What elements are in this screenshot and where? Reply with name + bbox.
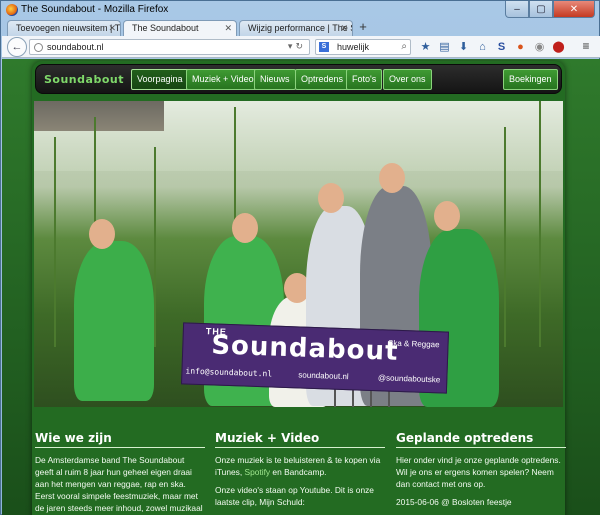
banner-handle: @soundaboutske: [377, 373, 441, 385]
search-icon[interactable]: ⌕: [401, 41, 407, 52]
nav-voorpagina[interactable]: Voorpagina: [131, 69, 189, 90]
navigation-toolbar: ← soundabout.nl ▾↻ S huwelijk ⌕ ★ ▤ ⬇ ⌂ …: [2, 36, 600, 58]
photo-reed: [539, 101, 541, 347]
home-icon[interactable]: ⌂: [473, 39, 492, 55]
photo-reed: [54, 137, 56, 347]
tab-close-icon[interactable]: ✕: [224, 23, 232, 34]
band-member-head: [232, 213, 258, 243]
window-controls: – ▢ ✕: [505, 1, 595, 18]
column-text: Onze muziek is te beluisteren & te kopen…: [215, 454, 385, 508]
banner-email: info@soundabout.nl: [185, 366, 273, 379]
download-icon[interactable]: ⬇: [454, 39, 473, 55]
column-text: Hier onder vind je onze geplande optrede…: [396, 454, 566, 508]
page-viewport: Soundabout Voorpagina Muziek + Video Nie…: [2, 59, 600, 515]
band-banner: THE Soundabout Ska & Reggae info@soundab…: [180, 322, 450, 394]
search-bar[interactable]: S huwelijk ⌕: [315, 39, 411, 55]
band-member-left: [74, 241, 154, 401]
nav-boekingen[interactable]: Boekingen: [503, 69, 558, 90]
column-text-intro: Hier onder vind je onze geplande optrede…: [396, 455, 561, 489]
tab-label: Toevoegen nieuwsitem | The So...: [16, 23, 121, 33]
site-container: Soundabout Voorpagina Muziek + Video Nie…: [32, 61, 566, 515]
nav-over-ons[interactable]: Over ons: [383, 69, 432, 90]
event-item[interactable]: 2015-06-06 @ Bosloten feestje: [396, 496, 566, 508]
tab-close-icon[interactable]: ✕: [340, 23, 348, 34]
photo-building: [34, 101, 164, 131]
tab-strip: Toevoegen nieuwsitem | The So... ✕ The S…: [7, 20, 371, 37]
column-geplande-optredens: Geplande optredens Hier onder vind je on…: [396, 431, 566, 514]
hero-photo: THE Soundabout Ska & Reggae info@soundab…: [34, 101, 563, 407]
site-logo[interactable]: Soundabout: [44, 73, 124, 86]
band-member-head: [89, 219, 115, 249]
column-heading: Muziek + Video: [215, 431, 385, 448]
column-wie-we-zijn: Wie we zijn De Amsterdamse band The Soun…: [35, 431, 205, 515]
text-segment: en Bandcamp.: [270, 467, 327, 477]
addon-orange-icon[interactable]: ●: [511, 39, 530, 55]
addon-s-icon[interactable]: S: [492, 39, 511, 55]
nav-optredens[interactable]: Optredens: [295, 69, 350, 90]
addon-shield-icon[interactable]: ◉: [530, 39, 549, 55]
search-engine-icon[interactable]: S: [319, 42, 329, 52]
banner-title: Soundabout: [210, 330, 399, 367]
column-text: De Amsterdamse band The Soundabout geeft…: [35, 455, 203, 513]
banner-genre: Ska & Reggae: [387, 338, 440, 350]
addon-red-icon[interactable]: ⬤: [549, 39, 568, 55]
globe-icon: [34, 43, 43, 52]
url-tools: ▾↻: [288, 41, 306, 52]
reload-icon[interactable]: ↻: [295, 41, 306, 51]
column-muziek-video: Muziek + Video Onze muziek is te beluist…: [215, 431, 385, 514]
band-member-head: [379, 163, 405, 193]
nav-muziek-video[interactable]: Muziek + Video: [186, 69, 260, 90]
banner-website: soundabout.nl: [298, 370, 349, 382]
tab-toevoegen-nieuwsitem[interactable]: Toevoegen nieuwsitem | The So... ✕: [7, 20, 121, 36]
window-title: The Soundabout - Mozilla Firefox: [21, 4, 169, 15]
band-member-head: [318, 183, 344, 213]
site-navigation: Soundabout Voorpagina Muziek + Video Nie…: [35, 64, 562, 94]
tab-label: The Soundabout: [132, 23, 199, 33]
bookmark-star-icon[interactable]: ★: [416, 39, 435, 55]
tab-wijzig-performance[interactable]: Wijzig performance | The Sound... ✕: [239, 20, 353, 36]
column-heading: Wie we zijn: [35, 431, 205, 448]
tab-the-soundabout[interactable]: The Soundabout ✕: [123, 20, 237, 37]
url-bar[interactable]: soundabout.nl ▾↻: [29, 39, 310, 55]
spotify-link[interactable]: Spotify: [244, 467, 270, 477]
new-tab-icon[interactable]: +: [355, 20, 371, 36]
tab-label: Wijzig performance | The Sound...: [248, 23, 352, 33]
browser-window: The Soundabout - Mozilla Firefox – ▢ ✕ T…: [0, 0, 600, 515]
search-input[interactable]: huwelijk: [337, 42, 369, 52]
tab-close-icon[interactable]: ✕: [108, 23, 116, 34]
maximize-button[interactable]: ▢: [529, 1, 553, 18]
url-text[interactable]: soundabout.nl: [47, 42, 104, 52]
photo-reed: [154, 147, 156, 347]
toolbar-icons: ★ ▤ ⬇ ⌂ S ● ◉ ⬤: [416, 39, 568, 55]
photo-reed: [504, 127, 506, 347]
minimize-button[interactable]: –: [505, 1, 529, 18]
nav-nieuws[interactable]: Nieuws: [254, 69, 296, 90]
close-button[interactable]: ✕: [553, 1, 595, 18]
column-text-youtube: Onze video's staan op Youtube. Dit is on…: [215, 485, 374, 507]
firefox-icon: [6, 4, 18, 16]
nav-fotos[interactable]: Foto's: [346, 69, 383, 90]
bookmarks-list-icon[interactable]: ▤: [435, 39, 454, 55]
back-arrow-icon[interactable]: ←: [7, 37, 27, 57]
title-bar: The Soundabout - Mozilla Firefox – ▢ ✕: [1, 1, 599, 19]
band-member-head: [434, 201, 460, 231]
hamburger-menu-icon[interactable]: ≡: [579, 39, 593, 53]
column-heading: Geplande optredens: [396, 431, 566, 448]
